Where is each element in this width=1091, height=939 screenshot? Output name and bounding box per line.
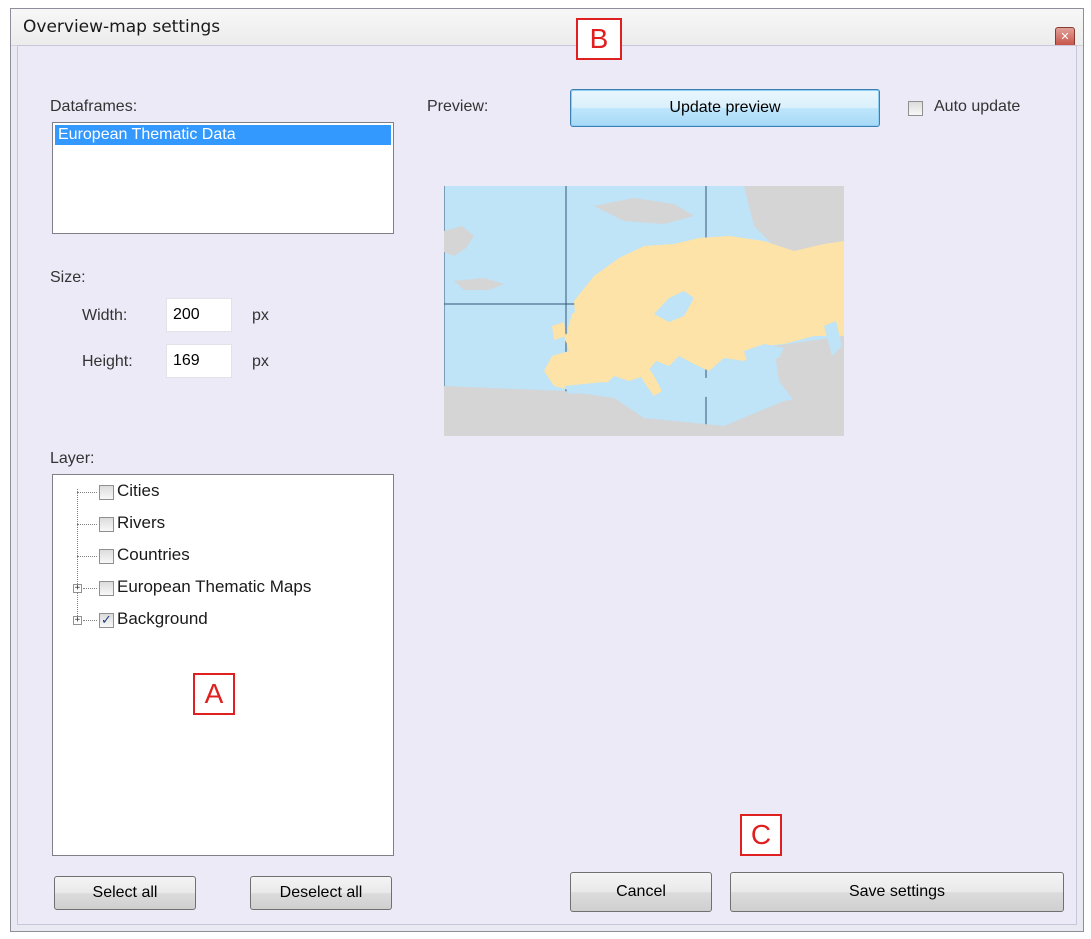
layer-label-background: Background <box>117 609 208 628</box>
annotation-marker-b: B <box>576 18 622 60</box>
title-bar[interactable]: Overview-map settings ✕ <box>11 9 1083 47</box>
annotation-marker-a: A <box>193 673 235 715</box>
layer-checkbox-european-thematic-maps[interactable] <box>99 581 114 596</box>
auto-update-checkbox[interactable] <box>908 101 923 116</box>
expand-icon[interactable]: + <box>73 584 82 593</box>
annotation-marker-c: C <box>740 814 782 856</box>
map-preview-image <box>444 186 844 436</box>
cancel-button[interactable]: Cancel <box>570 872 712 912</box>
update-preview-button[interactable]: Update preview <box>570 89 880 127</box>
tree-row-european-thematic-maps[interactable]: + European Thematic Maps <box>53 573 383 603</box>
overview-map-preview <box>444 186 844 436</box>
dataframes-label: Dataframes: <box>50 98 138 115</box>
layer-tree[interactable]: Cities Rivers Countries + European Thema… <box>52 474 394 856</box>
height-label: Height: <box>82 353 133 370</box>
layer-label-european-thematic-maps: European Thematic Maps <box>117 577 312 596</box>
layer-checkbox-cities[interactable] <box>99 485 114 500</box>
tree-connector <box>77 524 97 525</box>
width-unit-label: px <box>252 307 269 324</box>
layer-checkbox-rivers[interactable] <box>99 517 114 532</box>
window-title: Overview-map settings <box>23 17 221 37</box>
tree-row-countries[interactable]: Countries <box>53 541 383 571</box>
tree-connector <box>83 620 97 621</box>
deselect-all-button[interactable]: Deselect all <box>250 876 392 910</box>
dialog-window: Overview-map settings ✕ Dataframes: Euro… <box>10 8 1084 932</box>
close-icon[interactable]: ✕ <box>1055 27 1075 47</box>
tree-row-cities[interactable]: Cities <box>53 477 383 507</box>
size-label: Size: <box>50 269 86 286</box>
dataframe-item-european-thematic-data[interactable]: European Thematic Data <box>55 125 391 145</box>
layer-label: Layer: <box>50 450 95 467</box>
width-label: Width: <box>82 307 128 324</box>
tree-row-background[interactable]: + ✓ Background <box>53 605 383 635</box>
tree-row-rivers[interactable]: Rivers <box>53 509 383 539</box>
layer-checkbox-countries[interactable] <box>99 549 114 564</box>
dataframes-listbox[interactable]: European Thematic Data <box>52 122 394 234</box>
save-settings-button[interactable]: Save settings <box>730 872 1064 912</box>
preview-label: Preview: <box>427 98 489 115</box>
tree-connector <box>77 556 97 557</box>
height-input[interactable]: 169 <box>166 344 232 378</box>
layer-label-cities: Cities <box>117 481 160 500</box>
layer-label-countries: Countries <box>117 545 190 564</box>
tree-connector <box>83 588 97 589</box>
select-all-button[interactable]: Select all <box>54 876 196 910</box>
expand-icon[interactable]: + <box>73 616 82 625</box>
layer-label-rivers: Rivers <box>117 513 166 532</box>
width-input[interactable]: 200 <box>166 298 232 332</box>
tree-connector <box>77 492 97 493</box>
height-unit-label: px <box>252 353 269 370</box>
layer-checkbox-background[interactable]: ✓ <box>99 613 114 628</box>
auto-update-label: Auto update <box>934 98 1021 115</box>
dialog-body: Dataframes: European Thematic Data Size:… <box>17 18 1077 925</box>
